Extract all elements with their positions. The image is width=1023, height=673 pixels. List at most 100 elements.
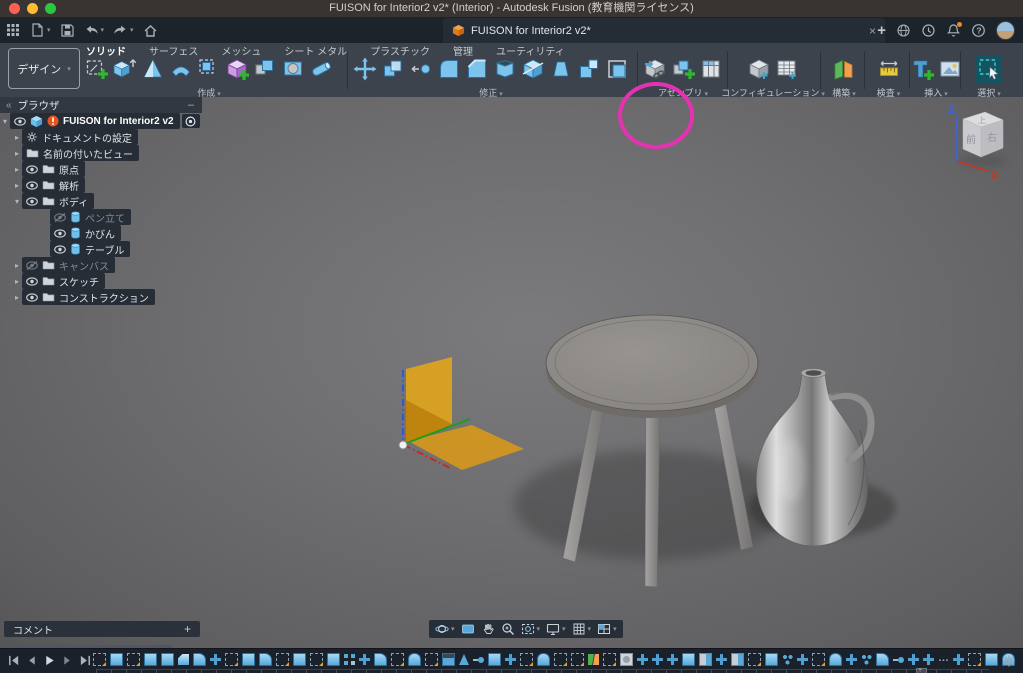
browser-item-chip[interactable]: ボディ <box>22 193 94 209</box>
notifications-icon[interactable] <box>946 23 961 38</box>
browser-item-chip[interactable]: ペン立て <box>50 209 131 225</box>
timeline-play-button[interactable] <box>43 654 56 667</box>
emboss-icon[interactable] <box>280 55 306 83</box>
timeline-step-back-button[interactable] <box>25 654 38 667</box>
timeline-settings-gear-icon[interactable] <box>1002 654 1016 668</box>
press-pull-icon[interactable] <box>352 55 378 83</box>
timeline-feature-move[interactable] <box>908 654 919 665</box>
viewports-icon[interactable]: ▾ <box>597 622 617 636</box>
workspace-selector[interactable]: デザイン ▾ <box>8 48 80 89</box>
configure-icon[interactable] <box>746 55 772 83</box>
tab-close-icon[interactable]: × <box>869 25 876 37</box>
extensions-icon[interactable] <box>896 23 911 38</box>
window-minimize-button[interactable] <box>27 3 38 14</box>
draft-icon[interactable] <box>548 55 574 83</box>
add-comment-button[interactable]: + <box>184 622 191 636</box>
timeline-feature-sketch[interactable] <box>391 653 404 666</box>
timeline-step-forward-button[interactable] <box>61 654 74 667</box>
browser-item-chip[interactable]: 解析 <box>22 177 85 193</box>
profile-avatar[interactable] <box>996 21 1015 40</box>
minimize-panel-icon[interactable]: – <box>188 99 194 111</box>
chevron-closed-icon[interactable]: ▸ <box>12 133 22 142</box>
browser-item-row[interactable]: かびん <box>0 225 202 241</box>
timeline-feature-offset[interactable] <box>893 654 904 665</box>
revolve-icon[interactable] <box>140 55 166 83</box>
chevron-closed-icon[interactable]: ▸ <box>12 149 22 158</box>
timeline-feature-revolve[interactable] <box>459 654 469 665</box>
shell-icon[interactable] <box>492 55 518 83</box>
timeline-feature-sketch[interactable] <box>520 653 533 666</box>
timeline-feature-extrude[interactable] <box>682 653 695 666</box>
browser-item-chip[interactable]: キャンバス <box>22 257 115 273</box>
browser-root-row[interactable]: ▾ FUISON for Interior2 v2 <box>0 113 202 129</box>
visibility-eye-icon[interactable] <box>26 277 38 286</box>
timeline-feature-move[interactable] <box>652 654 663 665</box>
help-icon[interactable]: ? <box>971 23 986 38</box>
browser-item-chip[interactable]: 原点 <box>22 161 85 177</box>
fillet-icon[interactable] <box>436 55 462 83</box>
timeline-feature-sketch[interactable] <box>748 653 761 666</box>
timeline-feature-sketch[interactable] <box>968 653 981 666</box>
timeline-feature-extrude[interactable] <box>488 653 501 666</box>
timeline-feature-move[interactable] <box>505 654 516 665</box>
chamfer-icon[interactable] <box>464 55 490 83</box>
visibility-eye-icon-off[interactable] <box>54 213 66 222</box>
split-body-icon[interactable] <box>520 55 546 83</box>
timeline-feature-extrude[interactable] <box>985 653 998 666</box>
undo-icon[interactable]: ▾ <box>84 23 105 38</box>
configuration-table-icon[interactable] <box>774 55 800 83</box>
timeline-feature-sketch[interactable] <box>554 653 567 666</box>
orbit-icon[interactable]: ▾ <box>435 622 455 636</box>
timeline-feature-sphere[interactable] <box>620 653 633 666</box>
comment-bar[interactable]: コメント + <box>4 621 200 637</box>
timeline-feature-fillet[interactable] <box>193 653 206 666</box>
timeline-feature-extrude[interactable] <box>327 653 340 666</box>
browser-item-row[interactable]: テーブル <box>0 241 202 257</box>
loft-icon[interactable] <box>196 55 222 83</box>
timeline-feature-sketch[interactable] <box>571 653 584 666</box>
timeline-feature-circpattern[interactable] <box>861 654 872 665</box>
view-cube[interactable]: Z X 上 前 右 <box>948 104 1007 182</box>
timeline-feature-sweep[interactable] <box>537 653 550 666</box>
timeline-feature-move[interactable] <box>210 654 221 665</box>
timeline-feature-plane[interactable] <box>588 654 599 665</box>
timeline-feature-move[interactable] <box>923 654 934 665</box>
chevron-closed-icon[interactable]: ▸ <box>12 293 22 302</box>
browser-item-row[interactable]: ▸コンストラクション <box>0 289 202 305</box>
chevron-closed-icon[interactable]: ▸ <box>12 181 22 190</box>
visibility-eye-icon[interactable] <box>26 165 38 174</box>
timeline-go-to-start-button[interactable] <box>7 654 20 667</box>
timeline-feature-shell[interactable] <box>442 653 455 666</box>
measure-icon[interactable] <box>876 55 902 83</box>
visibility-eye-icon[interactable] <box>26 181 38 190</box>
window-close-button[interactable] <box>9 3 20 14</box>
timeline-feature-sweep[interactable] <box>829 653 842 666</box>
timeline-feature-move[interactable] <box>846 654 857 665</box>
timeline-feature-extrude[interactable] <box>144 653 157 666</box>
combine-icon[interactable] <box>380 55 406 83</box>
display-settings-icon[interactable]: ▾ <box>546 622 566 636</box>
timeline-feature-sweep[interactable] <box>408 653 421 666</box>
chevron-closed-icon[interactable]: ▸ <box>12 277 22 286</box>
timeline-feature-solid[interactable] <box>161 653 174 666</box>
file-new-icon[interactable]: ▾ <box>30 23 51 38</box>
timeline-feature-chamfer[interactable] <box>178 654 189 665</box>
pipe-icon[interactable] <box>308 55 334 83</box>
replace-face-icon[interactable] <box>604 55 630 83</box>
timeline-feature-circpattern[interactable] <box>782 654 793 665</box>
new-tab-button[interactable]: + <box>877 23 886 38</box>
browser-item-chip[interactable]: テーブル <box>50 241 130 257</box>
timeline-feature-move[interactable] <box>797 654 808 665</box>
timeline-feature-extrude[interactable] <box>242 653 255 666</box>
timeline-feature-extrude[interactable] <box>293 653 306 666</box>
timeline-feature-move[interactable] <box>716 654 727 665</box>
timeline-feature-sketch[interactable] <box>310 653 323 666</box>
browser-root-chip[interactable]: FUISON for Interior2 v2 <box>10 113 180 129</box>
timeline-feature-sketch[interactable] <box>225 653 238 666</box>
redo-icon[interactable]: ▾ <box>113 23 134 38</box>
visibility-eye-icon[interactable] <box>26 293 38 302</box>
timeline-position-marker[interactable] <box>916 668 927 673</box>
construction-plane-icon[interactable] <box>831 55 857 83</box>
job-status-icon[interactable] <box>921 23 936 38</box>
timeline-feature-move[interactable] <box>637 654 648 665</box>
